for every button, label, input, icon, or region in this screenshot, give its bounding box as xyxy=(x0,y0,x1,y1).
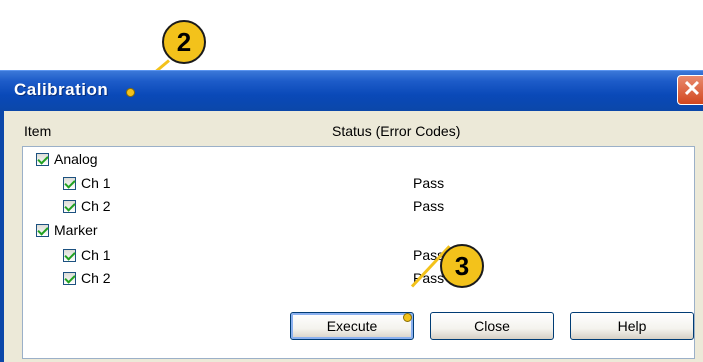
tree-item-label: Ch 2 xyxy=(81,270,111,286)
checkbox-analog-ch2[interactable] xyxy=(63,200,76,213)
tree-item-label: Ch 2 xyxy=(81,198,111,214)
callout-step-2-number: 2 xyxy=(176,27,192,57)
help-button[interactable]: Help xyxy=(570,312,694,340)
tree-item-marker-ch1[interactable]: Ch 1 Pass xyxy=(23,247,683,269)
callout-step-3: 3 xyxy=(440,244,484,288)
checkbox-analog[interactable] xyxy=(36,153,49,166)
tree-item-marker-ch2[interactable]: Ch 2 Pass xyxy=(23,270,683,292)
tree-item-analog-ch1[interactable]: Ch 1 Pass xyxy=(23,175,683,197)
close-button[interactable]: Close xyxy=(430,312,554,340)
close-icon[interactable]: ✕ xyxy=(677,75,703,105)
dialog-titlebar[interactable]: Calibration ✕ xyxy=(0,70,703,111)
calibration-dialog: Calibration ✕ Item Status (Error Codes) … xyxy=(0,70,703,362)
checkbox-marker-ch1[interactable] xyxy=(63,249,76,262)
callout-step-3-number: 3 xyxy=(454,251,470,281)
tree-item-analog-ch2[interactable]: Ch 2 Pass xyxy=(23,198,683,220)
checkbox-analog-ch1[interactable] xyxy=(63,177,76,190)
dialog-title: Calibration xyxy=(14,80,109,99)
tree-item-label: Marker xyxy=(54,222,98,238)
column-header-item: Item xyxy=(24,123,52,139)
tree-item-marker[interactable]: Marker xyxy=(23,222,683,244)
tree-item-label: Analog xyxy=(54,151,98,167)
callout-step-2: 2 xyxy=(162,20,206,64)
column-header-status: Status (Error Codes) xyxy=(332,123,461,139)
checkbox-marker[interactable] xyxy=(36,224,49,237)
tree-item-label: Ch 1 xyxy=(81,175,111,191)
tree-item-status: Pass xyxy=(413,198,445,214)
tree-item-status: Pass xyxy=(413,175,445,191)
callout-step-3-dot xyxy=(403,313,412,322)
callout-step-2-dot xyxy=(126,88,135,97)
tree-item-analog[interactable]: Analog xyxy=(23,151,683,173)
execute-button[interactable]: Execute xyxy=(290,312,414,340)
tree-item-label: Ch 1 xyxy=(81,247,111,263)
dialog-frame-left xyxy=(0,110,4,362)
checkbox-marker-ch2[interactable] xyxy=(63,272,76,285)
